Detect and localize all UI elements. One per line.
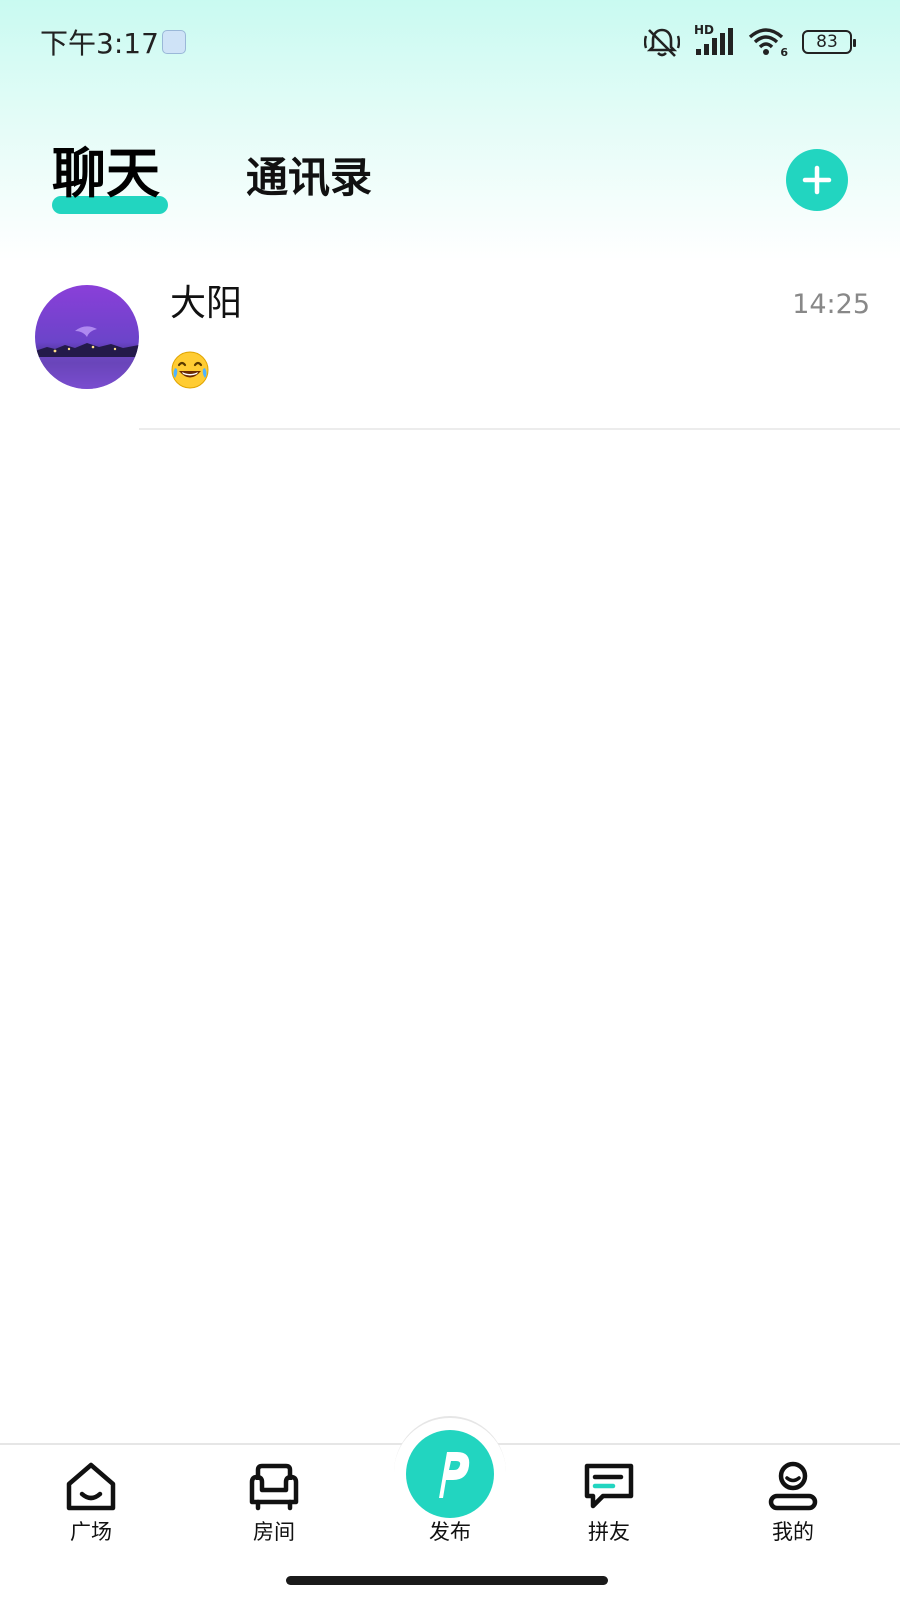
status-icons: HD 6 83 xyxy=(644,23,856,60)
row-divider xyxy=(139,428,900,430)
nav-item-profile[interactable]: 我的 xyxy=(733,1458,853,1548)
nav-label-rooms: 房间 xyxy=(253,1520,295,1544)
nav-item-plaza[interactable]: 广场 xyxy=(31,1458,151,1548)
battery-level: 83 xyxy=(816,32,838,52)
avatar xyxy=(35,285,139,389)
cellular-signal-icon xyxy=(696,28,733,55)
chat-list-item[interactable]: 大阳 14:25 xyxy=(0,262,900,430)
publish-button[interactable] xyxy=(406,1430,494,1518)
profile-icon xyxy=(768,1461,818,1511)
message-time: 14:25 xyxy=(792,289,870,320)
nav-item-buddies[interactable]: 拼友 xyxy=(549,1458,669,1548)
notification-app-icon xyxy=(162,30,186,54)
chat-bubble-icon xyxy=(584,1463,634,1509)
silent-bell-icon xyxy=(644,28,680,57)
wifi-icon xyxy=(748,28,784,55)
status-time: 下午3:17 xyxy=(40,27,159,60)
message-preview xyxy=(170,350,210,390)
nav-label-profile: 我的 xyxy=(772,1520,814,1544)
home-icon xyxy=(66,1462,116,1511)
publish-p-icon xyxy=(439,1452,470,1498)
nav-label-plaza: 广场 xyxy=(70,1520,112,1544)
home-indicator[interactable] xyxy=(286,1576,608,1585)
laughing-tears-emoji-icon xyxy=(171,351,209,389)
add-button[interactable] xyxy=(786,149,848,211)
sofa-icon xyxy=(249,1463,299,1511)
status-bar: 下午3:17 HD 6 83 xyxy=(0,0,900,80)
nav-item-rooms[interactable]: 房间 xyxy=(214,1458,334,1548)
tab-chat-label: 聊天 xyxy=(52,142,160,205)
contact-name: 大阳 xyxy=(170,283,243,324)
wifi-group: 6 xyxy=(748,27,788,59)
nav-label-publish: 发布 xyxy=(429,1520,471,1544)
wifi-badge: 6 xyxy=(780,46,788,59)
tab-chat[interactable]: 聊天 xyxy=(52,142,168,218)
nav-label-buddies: 拼友 xyxy=(588,1520,630,1544)
plus-icon xyxy=(802,165,832,195)
signal-group: HD xyxy=(694,23,734,57)
avatar-image xyxy=(35,285,139,389)
battery-indicator: 83 xyxy=(802,30,856,54)
tab-contacts[interactable]: 通讯录 xyxy=(246,152,372,204)
